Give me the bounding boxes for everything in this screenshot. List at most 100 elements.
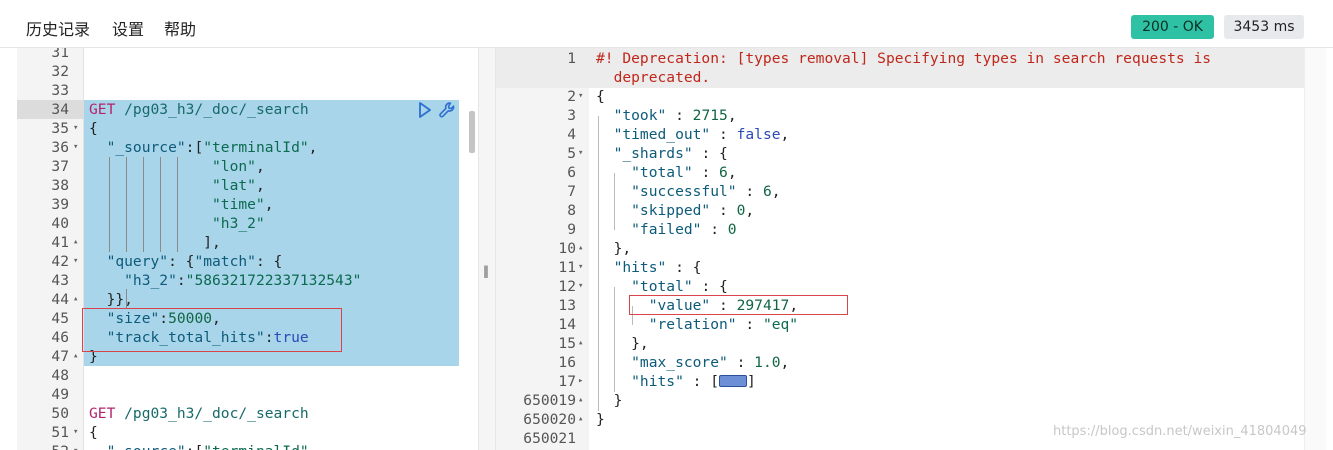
line-number: 46	[51, 329, 69, 346]
code-token: :	[701, 221, 728, 238]
line-number: 35	[51, 120, 69, 137]
code-text: {	[89, 423, 98, 442]
resize-handle-icon[interactable]: ‖	[483, 264, 489, 278]
code-token: ],	[89, 234, 221, 251]
fold-toggle-icon[interactable]: ▴	[578, 391, 583, 410]
line-number: 39	[51, 196, 69, 213]
code-text: {	[89, 119, 98, 138]
collapsed-array-icon[interactable]	[719, 375, 748, 387]
fold-toggle-icon[interactable]: ▾	[578, 144, 583, 163]
request-editor[interactable]: 31 32 33 34 GET /pg03_h3/_doc/_search 35 ▾{36 ▾…	[17, 48, 478, 450]
code-token: 6	[719, 164, 728, 181]
code-token: }	[596, 411, 605, 428]
code-text: "hits" : {	[596, 258, 702, 277]
code-text: "_source":["terminalId",	[89, 138, 318, 157]
line-number: 40	[51, 215, 69, 232]
response-line: 16 "max_score" : 1.0,	[496, 353, 1333, 372]
code-token: #! Deprecation: [types removal] Specifyi…	[596, 50, 1212, 67]
code-token: "_shards"	[596, 145, 693, 162]
response-viewer[interactable]: 1 #! Deprecation: [types removal] Specify…	[496, 48, 1333, 450]
line-number: 41	[51, 234, 69, 251]
fold-toggle-icon[interactable]: ▾	[73, 252, 78, 271]
code-text: "total" : 6,	[596, 163, 736, 182]
response-line: 4 "timed_out" : false,	[496, 125, 1333, 144]
fold-toggle-icon[interactable]: ▴	[578, 334, 583, 353]
menu-history[interactable]: 历史记录	[26, 16, 90, 40]
menu-settings[interactable]: 设置	[112, 16, 144, 40]
fold-toggle-icon[interactable]: ▾	[578, 258, 583, 277]
timing-badge: 3453 ms	[1224, 15, 1304, 39]
code-token: "failed"	[596, 221, 702, 238]
response-line: 9 "failed" : 0	[496, 220, 1333, 239]
response-line: 8 "skipped" : 0,	[496, 201, 1333, 220]
fold-toggle-icon[interactable]: ▾	[73, 442, 78, 450]
request-line: 38 "lat",	[17, 176, 478, 195]
code-token: GET	[89, 101, 116, 118]
highlight-box-size	[82, 308, 342, 352]
fold-toggle-icon[interactable]: ▾	[73, 138, 78, 157]
response-line: 15 ▴ },	[496, 334, 1333, 353]
line-number: 36	[51, 139, 69, 156]
code-text: "_source":["terminalId"	[89, 442, 309, 450]
wrench-icon[interactable]	[438, 101, 456, 119]
code-token: "_source"	[89, 139, 186, 156]
line-number: 13	[558, 297, 576, 314]
code-token: deprecated.	[596, 69, 711, 86]
code-token: :	[666, 107, 693, 124]
line-number: 31	[51, 48, 69, 61]
code-token: /pg03_h3/_doc/_search	[115, 405, 309, 422]
code-token: "time"	[89, 196, 265, 213]
code-token: ,	[727, 107, 737, 124]
code-token: "lon"	[89, 158, 256, 175]
code-text: "failed" : 0	[596, 220, 736, 239]
line-number: 8	[567, 202, 576, 219]
code-token: }	[596, 392, 623, 409]
watermark: https://blog.csdn.net/weixin_41804049	[1053, 424, 1307, 439]
request-line: 32	[17, 62, 478, 81]
pane-divider[interactable]: ‖	[478, 48, 496, 450]
fold-toggle-icon[interactable]: ▾	[578, 87, 583, 106]
fold-toggle-icon[interactable]: ▾	[73, 119, 78, 138]
line-number: 44	[51, 291, 69, 308]
line-number: 32	[51, 63, 69, 80]
menu-help[interactable]: 帮助	[164, 16, 196, 40]
line-number: 51	[51, 424, 69, 441]
fold-toggle-icon[interactable]: ▾	[73, 423, 78, 442]
line-number: 1	[567, 50, 576, 67]
request-line: 44 ▴ }},	[17, 290, 478, 309]
response-line: 1 #! Deprecation: [types removal] Specify…	[496, 49, 1333, 68]
fold-toggle-icon[interactable]: ▴	[73, 233, 78, 252]
code-token: :[	[185, 139, 204, 156]
code-token: 1.0	[754, 354, 781, 371]
code-token: /pg03_h3/_doc/_search	[115, 101, 309, 118]
request-line: 43 "h3_2":"586321722337132543"	[17, 271, 478, 290]
fold-toggle-icon[interactable]: ▴	[73, 347, 78, 366]
fold-toggle-icon[interactable]: ▸	[578, 372, 583, 391]
code-token: "max_score"	[596, 354, 728, 371]
fold-toggle-icon[interactable]: ▴	[578, 410, 583, 429]
response-line: 14 "relation" : "eq"	[496, 315, 1333, 334]
code-text: GET /pg03_h3/_doc/_search	[89, 100, 309, 119]
code-token: "total"	[596, 278, 693, 295]
fold-toggle-icon[interactable]: ▾	[578, 277, 583, 296]
status-badge: 200 - OK	[1131, 15, 1214, 39]
request-line: 35 ▾ {	[17, 119, 478, 138]
line-number: 650021	[523, 430, 576, 447]
code-token: "query"	[89, 253, 169, 270]
request-line: 49	[17, 385, 478, 404]
code-token: "total"	[596, 164, 693, 181]
code-text: "hits" : []	[596, 372, 756, 391]
fold-toggle-icon[interactable]: ▴	[578, 239, 583, 258]
response-line: 12 ▾ "total" : {	[496, 277, 1333, 296]
code-token: "timed_out"	[596, 126, 711, 143]
fold-toggle-icon[interactable]: ▴	[73, 290, 78, 309]
request-line: 51 ▾ {	[17, 423, 478, 442]
code-text: "time",	[89, 195, 274, 214]
code-token: :	[736, 316, 763, 333]
line-number: 45	[51, 310, 69, 327]
line-number: 15	[558, 335, 576, 352]
code-text: },	[596, 334, 649, 353]
request-line: 42 ▾ "query": {"match": {	[17, 252, 478, 271]
request-line: 33	[17, 81, 478, 100]
play-icon[interactable]	[418, 102, 432, 118]
